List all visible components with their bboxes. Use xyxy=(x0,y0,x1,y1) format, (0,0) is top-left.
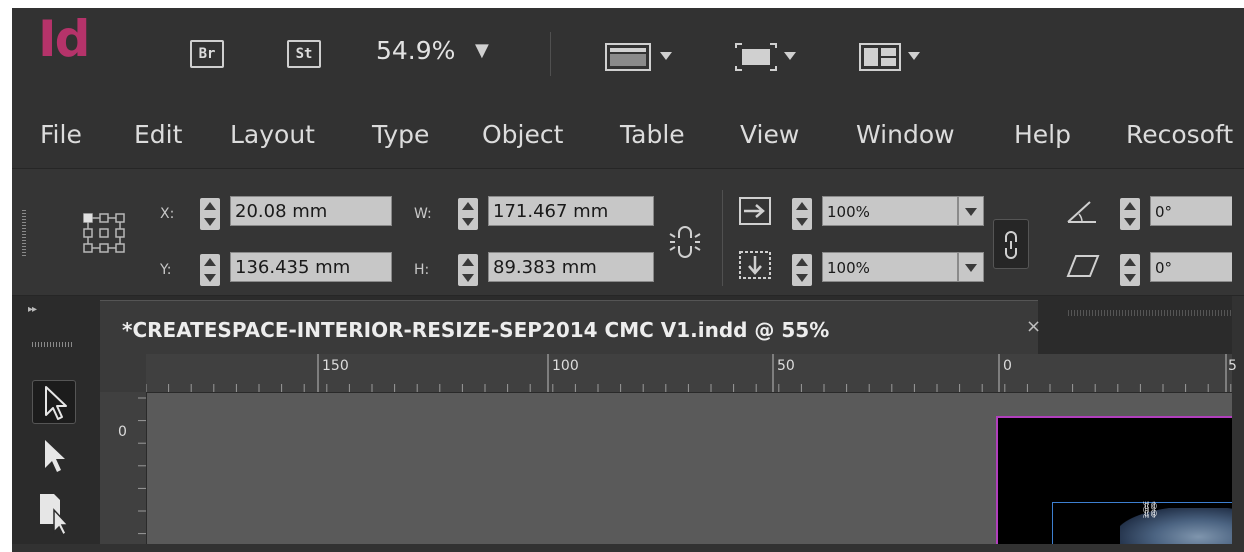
reference-point-icon[interactable] xyxy=(82,210,126,260)
indesign-logo: Id xyxy=(38,10,90,68)
menu-table[interactable]: Table xyxy=(620,120,685,149)
rotate-field[interactable]: 0° xyxy=(1150,196,1232,226)
arrange-documents-icon[interactable] xyxy=(858,42,934,76)
document-tab-title[interactable]: *CREATESPACE-INTERIOR-RESIZE-SEP2014 CMC… xyxy=(122,318,829,342)
shear-field[interactable]: 0° xyxy=(1150,252,1232,282)
page-tool[interactable] xyxy=(32,490,76,537)
y-field[interactable]: 136.435 mm xyxy=(230,252,392,282)
menu-type[interactable]: Type xyxy=(372,120,429,149)
selection-tool[interactable] xyxy=(32,380,76,424)
w-label: W: xyxy=(414,206,432,222)
y-label: Y: xyxy=(160,262,172,278)
tools-panel-grip[interactable] xyxy=(32,342,72,347)
scale-x-field[interactable]: 100% xyxy=(822,196,958,226)
menu-edit[interactable]: Edit xyxy=(134,120,182,149)
ruler-label-50: 50 xyxy=(777,358,795,374)
scale-y-dropdown[interactable] xyxy=(958,252,984,282)
shear-angle-icon xyxy=(1066,252,1100,284)
x-field[interactable]: 20.08 mm xyxy=(230,196,392,226)
w-stepper[interactable] xyxy=(458,198,478,230)
menu-layout[interactable]: Layout xyxy=(230,120,315,149)
y-stepper[interactable] xyxy=(200,254,220,286)
stock-button[interactable]: St xyxy=(287,40,321,68)
shear-stepper[interactable] xyxy=(1120,254,1140,286)
vertical-ruler[interactable]: 0 xyxy=(100,392,147,544)
view-options-icon[interactable] xyxy=(604,42,680,76)
link-badge-icon: ⛓ xyxy=(1140,500,1161,519)
rotate-stepper[interactable] xyxy=(1120,198,1140,230)
horizontal-ruler[interactable]: 150 100 50 0 5 xyxy=(146,354,1237,393)
h-label: H: xyxy=(414,262,430,278)
expand-panel-icon[interactable]: ▸▸ xyxy=(28,304,37,315)
ruler-label-0: 0 xyxy=(1003,358,1012,374)
zoom-level[interactable]: 54.9% xyxy=(376,36,455,65)
h-field[interactable]: 89.383 mm xyxy=(488,252,654,282)
constrain-scale-button[interactable] xyxy=(993,219,1029,269)
x-stepper[interactable] xyxy=(200,198,220,230)
w-field[interactable]: 171.467 mm xyxy=(488,196,654,226)
menu-file[interactable]: File xyxy=(40,120,82,149)
ruler-origin[interactable] xyxy=(100,354,146,392)
rotate-angle-icon xyxy=(1066,198,1100,230)
scale-x-stepper[interactable] xyxy=(792,198,812,230)
h-stepper[interactable] xyxy=(458,254,478,286)
screen-mode-icon[interactable] xyxy=(734,42,804,76)
ruler-label-150: 150 xyxy=(322,358,349,374)
scale-x-dropdown[interactable] xyxy=(958,196,984,226)
menu-object[interactable]: Object xyxy=(482,120,563,149)
menu-view[interactable]: View xyxy=(740,120,799,149)
toolbar-divider xyxy=(550,32,551,76)
panel-grip[interactable] xyxy=(22,210,26,256)
x-label: X: xyxy=(160,206,175,222)
constrain-proportions-icon[interactable] xyxy=(668,224,702,264)
bridge-button[interactable]: Br xyxy=(190,40,224,68)
zoom-dropdown-icon[interactable]: ▼ xyxy=(475,40,489,61)
control-divider xyxy=(722,190,723,286)
tabbar-grip xyxy=(1068,310,1232,316)
placed-image[interactable] xyxy=(1120,508,1232,544)
scale-y-stepper[interactable] xyxy=(792,254,812,286)
direct-selection-tool[interactable] xyxy=(32,436,76,480)
ruler-label-100: 100 xyxy=(552,358,579,374)
scale-y-field[interactable]: 100% xyxy=(822,252,958,282)
scale-x-icon xyxy=(738,196,772,230)
vruler-label-0: 0 xyxy=(118,424,127,440)
menu-window[interactable]: Window xyxy=(856,120,955,149)
menu-help[interactable]: Help xyxy=(1014,120,1071,149)
ruler-label-5: 5 xyxy=(1228,358,1237,374)
menu-recosoft[interactable]: Recosoft xyxy=(1126,120,1233,149)
close-tab-icon[interactable]: × xyxy=(1026,316,1041,337)
scale-y-icon xyxy=(738,250,772,284)
